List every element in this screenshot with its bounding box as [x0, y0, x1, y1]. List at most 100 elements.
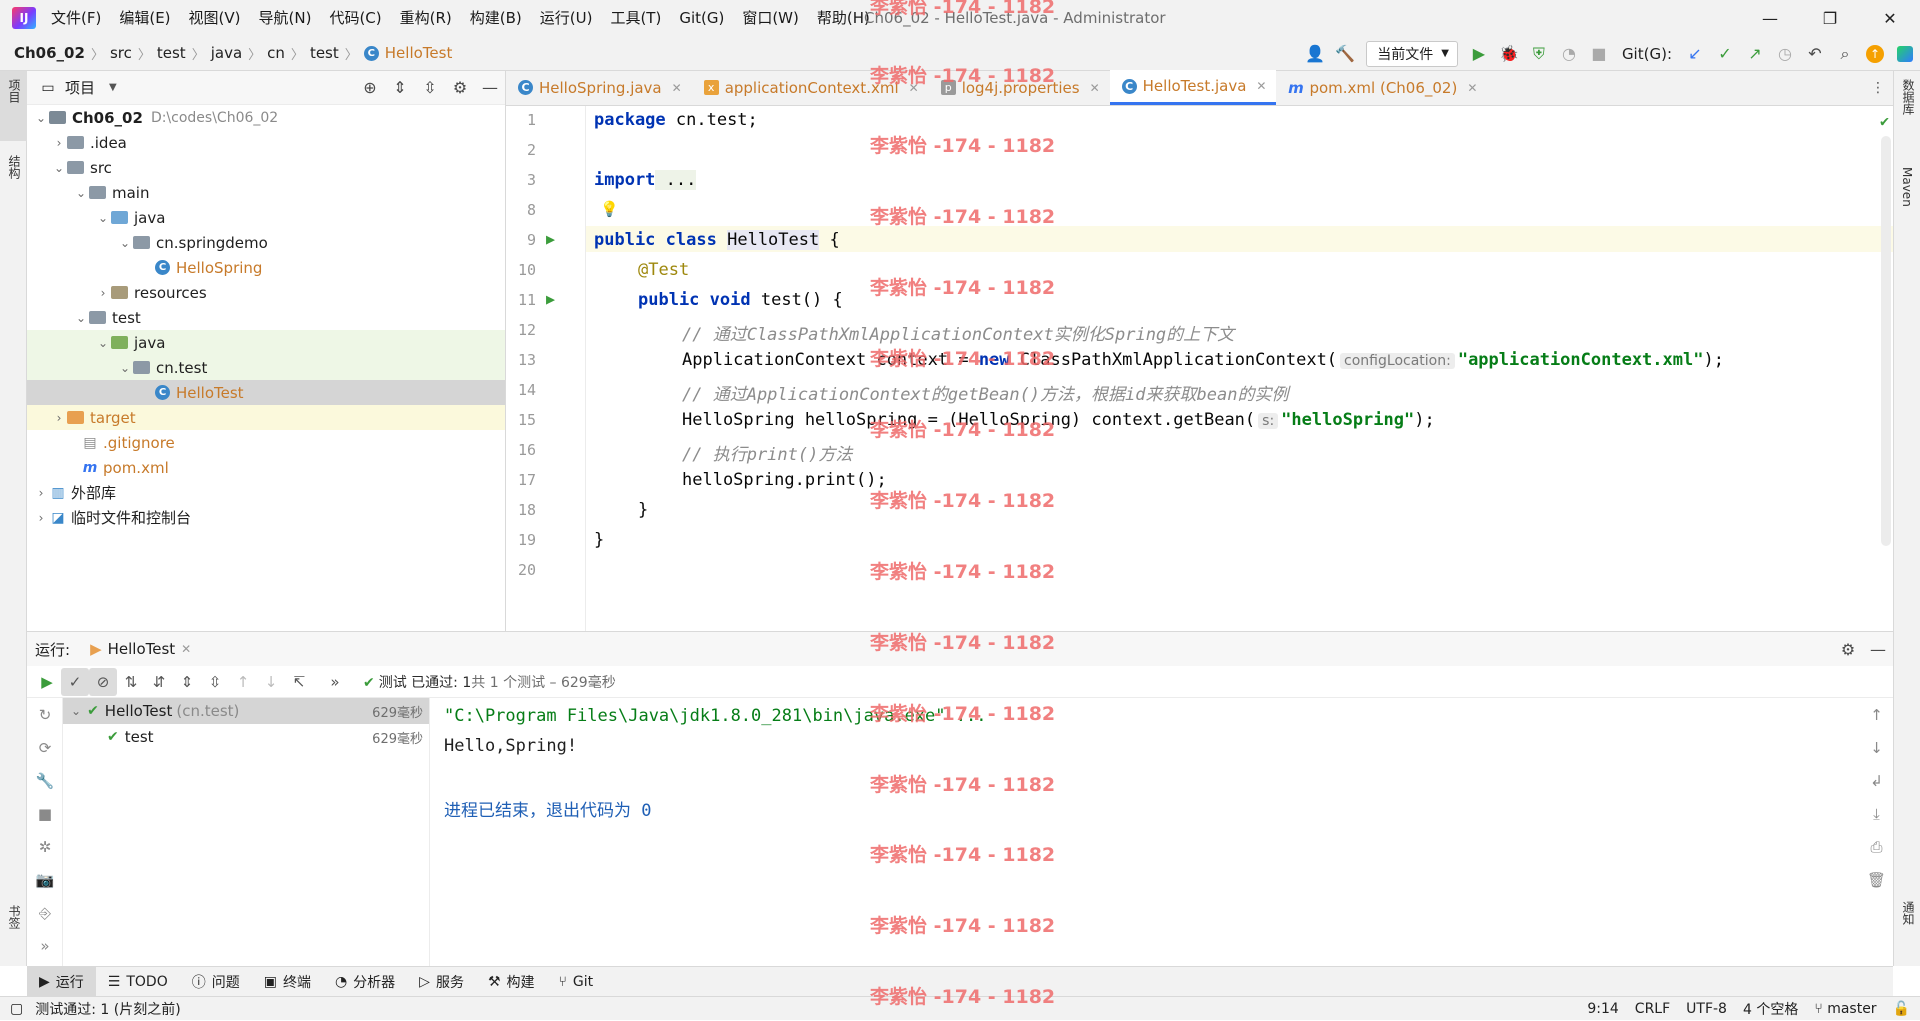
menu-build[interactable]: 构建(B): [461, 0, 531, 36]
git-history-icon[interactable]: ◷: [1770, 39, 1800, 69]
database-tool-button[interactable]: 数据库: [1894, 79, 1920, 139]
git-commit-icon[interactable]: ✓: [1710, 39, 1740, 69]
run-test-icon[interactable]: ▶: [546, 290, 564, 308]
menu-tools[interactable]: 工具(T): [601, 0, 670, 36]
trash-icon[interactable]: 🗑: [1860, 863, 1893, 896]
menu-view[interactable]: 视图(V): [180, 0, 250, 36]
status-message[interactable]: 测试通过: 1 (片刻之前): [35, 999, 180, 1019]
expand-all-icon[interactable]: ⇕: [385, 73, 415, 103]
code-editor[interactable]: 1 2 3 8 9 10 11 12 13 14 15 16 17 18 19 …: [506, 106, 1893, 631]
run-icon[interactable]: ▶: [1464, 39, 1494, 69]
tree-node-springdemo[interactable]: ⌄ cn.springdemo: [27, 230, 505, 255]
tree-node-scratches[interactable]: › ◪ 临时文件和控制台: [27, 505, 505, 530]
gear-icon[interactable]: ⚙: [445, 73, 475, 103]
close-tab-icon[interactable]: ✕: [1467, 81, 1477, 95]
wrench-icon[interactable]: 🔧: [27, 764, 63, 797]
chevron-right-icon[interactable]: ›: [51, 411, 67, 425]
project-tool-button[interactable]: 项目: [0, 71, 27, 141]
breadcrumb-src[interactable]: src: [106, 44, 136, 62]
tab-pom[interactable]: m pom.xml (Ch06_02) ✕: [1276, 70, 1487, 105]
close-window-button[interactable]: ✕: [1865, 0, 1915, 36]
tool-tab-git[interactable]: ⑂ Git: [547, 967, 606, 997]
jetbrains-toolbox-icon[interactable]: [1890, 39, 1920, 69]
stop-icon[interactable]: ■: [1584, 39, 1614, 69]
breadcrumb-test-pkg[interactable]: test: [306, 44, 343, 62]
menu-refactor[interactable]: 重构(R): [391, 0, 461, 36]
show-ignored-icon[interactable]: ⊘: [89, 667, 117, 696]
soft-wrap-icon[interactable]: ↲: [1860, 764, 1893, 797]
tool-tab-terminal[interactable]: ▣ 终端: [252, 967, 323, 997]
close-tab-icon[interactable]: ✕: [672, 81, 682, 95]
minimize-button[interactable]: —: [1745, 0, 1795, 36]
editor-scrollbar[interactable]: [1881, 136, 1891, 546]
build-hammer-icon[interactable]: 🔨: [1330, 39, 1360, 69]
tree-node-test[interactable]: ⌄ test: [27, 305, 505, 330]
collapse-all-icon[interactable]: ⇳: [201, 668, 229, 696]
chevron-right-icon[interactable]: ›: [95, 286, 111, 300]
tree-node-hellospring[interactable]: C HelloSpring: [27, 255, 505, 280]
breadcrumb-class[interactable]: C HelloTest: [360, 44, 457, 62]
previous-icon[interactable]: ↑: [229, 668, 257, 696]
gear-icon[interactable]: ⚙: [1833, 634, 1863, 664]
tree-node-target[interactable]: › target: [27, 405, 505, 430]
hide-panel-icon[interactable]: —: [1863, 634, 1893, 664]
tool-tab-build[interactable]: ⚒ 构建: [476, 967, 547, 997]
search-icon[interactable]: ⌕: [1830, 39, 1860, 69]
git-update-icon[interactable]: ↙: [1680, 39, 1710, 69]
tree-node-main-java[interactable]: ⌄ java: [27, 205, 505, 230]
tool-tab-todo[interactable]: ☰ TODO: [96, 967, 180, 997]
tree-node-external-libs[interactable]: › ▥ 外部库: [27, 480, 505, 505]
bookmarks-tool-button[interactable]: 书签: [0, 901, 27, 961]
menu-window[interactable]: 窗口(W): [733, 0, 808, 36]
tab-applicationcontext[interactable]: x applicationContext.xml ✕: [692, 70, 929, 105]
caret-position[interactable]: 9:14: [1587, 1001, 1618, 1017]
debug-icon[interactable]: ✲: [27, 830, 63, 863]
tree-node-src[interactable]: ⌄ src: [27, 155, 505, 180]
sort-duration-icon[interactable]: ⇵: [145, 668, 173, 696]
menu-code[interactable]: 代码(C): [320, 0, 390, 36]
indent-setting[interactable]: 4 个空格: [1743, 999, 1798, 1019]
line-separator[interactable]: CRLF: [1635, 1001, 1670, 1017]
print-icon[interactable]: ⎙: [1860, 830, 1893, 863]
breadcrumb-project[interactable]: Ch06_02: [10, 44, 89, 62]
chevron-down-icon[interactable]: ⌄: [117, 236, 133, 250]
stop-icon[interactable]: ■: [27, 797, 63, 830]
rerun-failed-icon[interactable]: ↻: [27, 698, 63, 731]
rerun-icon[interactable]: ▶: [33, 668, 61, 696]
chevron-down-icon[interactable]: ⌄: [71, 704, 81, 718]
hide-panel-icon[interactable]: —: [475, 73, 505, 103]
tool-tab-services[interactable]: ▷ 服务: [407, 967, 476, 997]
exit-icon[interactable]: ⎆: [27, 896, 63, 929]
menu-git[interactable]: Git(G): [670, 0, 733, 36]
scroll-up-icon[interactable]: ↑: [1860, 698, 1893, 731]
chevron-right-icon[interactable]: ›: [33, 486, 49, 500]
close-tab-icon[interactable]: ✕: [1256, 79, 1266, 93]
status-square-icon[interactable]: ▢: [10, 1001, 23, 1017]
notifications-tool-button[interactable]: 通知: [1894, 901, 1920, 961]
tool-tab-problems[interactable]: ⓘ 问题: [180, 967, 252, 997]
scroll-to-end-icon[interactable]: ⤓: [1860, 797, 1893, 830]
tool-tab-run[interactable]: ▶ 运行: [27, 966, 96, 997]
tab-log4j[interactable]: p log4j.properties ✕: [929, 70, 1110, 105]
camera-icon[interactable]: 📷: [27, 863, 63, 896]
scroll-down-icon[interactable]: ↓: [1860, 731, 1893, 764]
chevron-down-icon[interactable]: ⌄: [73, 311, 89, 325]
lock-icon[interactable]: 🔓: [1893, 1001, 1910, 1017]
git-rollback-icon[interactable]: ↶: [1800, 39, 1830, 69]
sort-alpha-icon[interactable]: ⇅: [117, 668, 145, 696]
chevron-down-icon[interactable]: ⌄: [73, 186, 89, 200]
chevron-right-icon[interactable]: ›: [51, 136, 67, 150]
update-icon[interactable]: ↑: [1860, 39, 1890, 69]
user-icon[interactable]: 👤: [1300, 39, 1330, 69]
tree-node-main[interactable]: ⌄ main: [27, 180, 505, 205]
profile-icon[interactable]: ◔: [1554, 39, 1584, 69]
console-output[interactable]: "C:\Program Files\Java\jdk1.8.0_281\bin\…: [430, 698, 1860, 967]
expand-all-icon[interactable]: ⇕: [173, 668, 201, 696]
locate-icon[interactable]: ⊕: [355, 73, 385, 103]
project-panel-title[interactable]: 项目: [65, 77, 95, 98]
file-encoding[interactable]: UTF-8: [1686, 1001, 1727, 1017]
tree-node-test-java[interactable]: ⌄ java: [27, 330, 505, 355]
tool-tab-profiler[interactable]: ◔ 分析器: [323, 967, 407, 997]
more-icon[interactable]: »: [321, 668, 349, 696]
maximize-button[interactable]: ❐: [1805, 0, 1855, 36]
